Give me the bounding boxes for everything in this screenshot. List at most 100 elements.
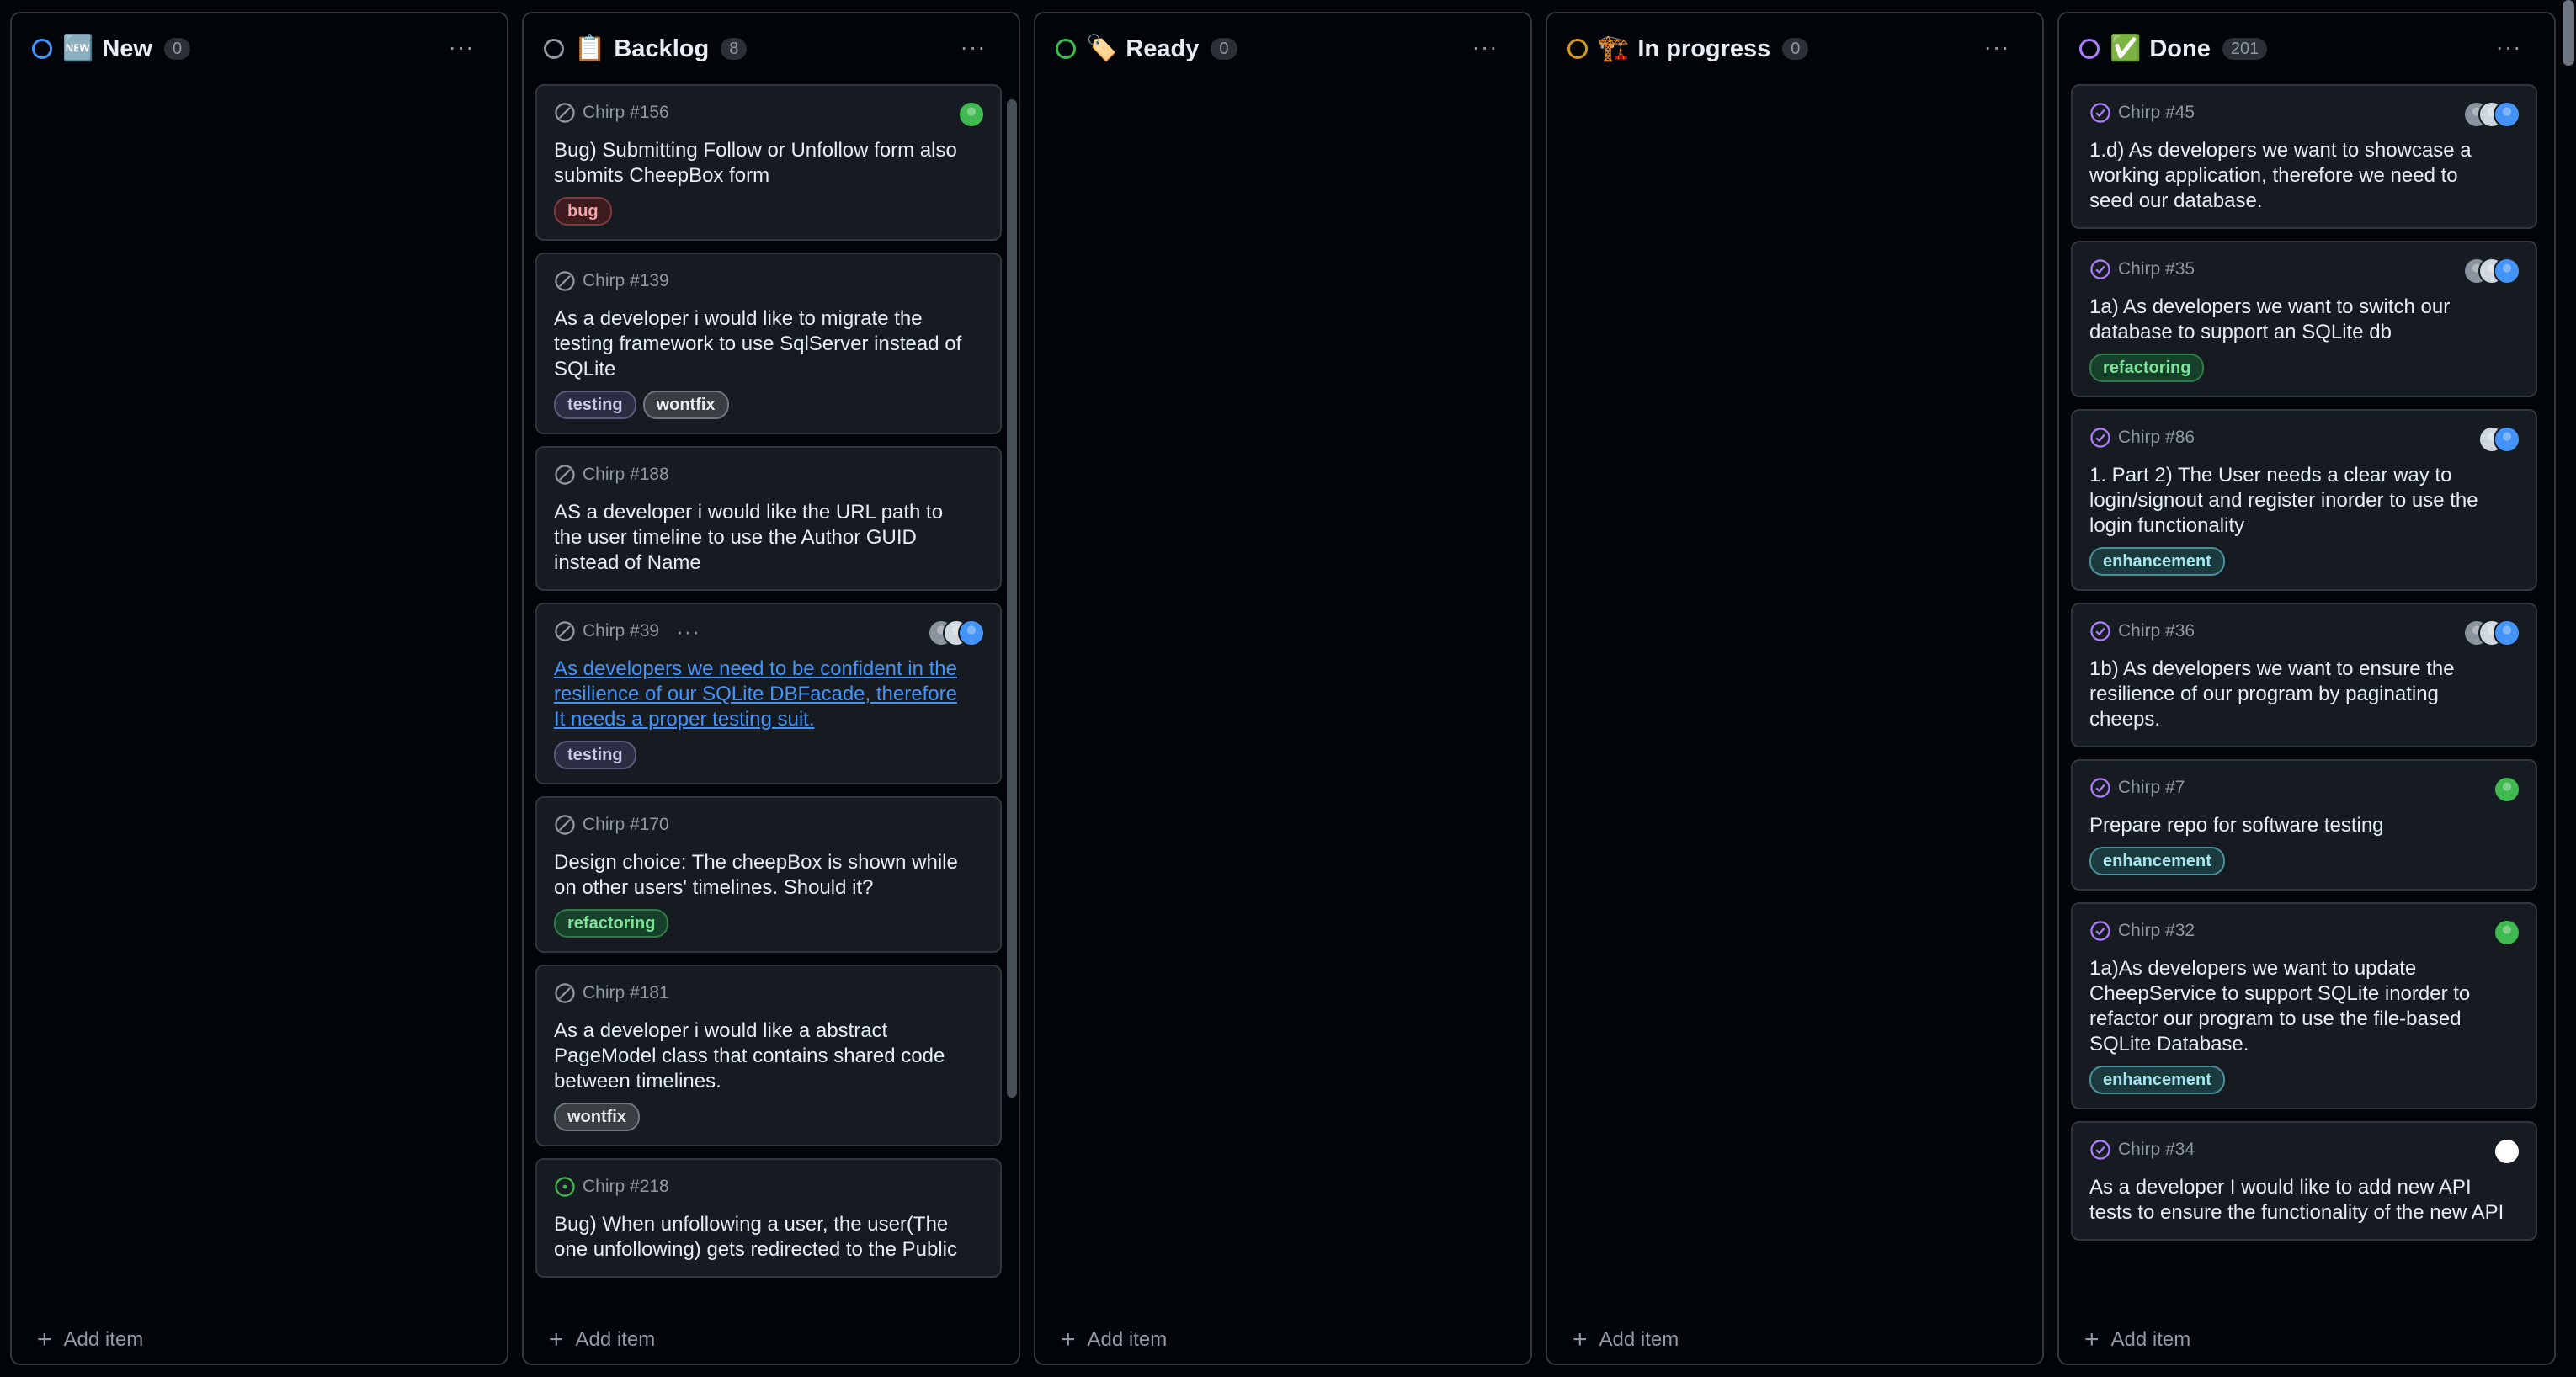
issue-number[interactable]: Chirp #32 (2118, 921, 2195, 941)
issue-card[interactable]: Chirp #218 Bug) When unfollowing a user, … (535, 1158, 1002, 1278)
issue-number[interactable]: Chirp #139 (583, 271, 669, 291)
issue-title[interactable]: 1a) As developers we want to switch our … (2089, 295, 2519, 345)
issue-labels: enhancement (2089, 847, 2519, 875)
card-meta: Chirp #32 (2089, 919, 2519, 943)
issue-number[interactable]: Chirp #188 (583, 465, 669, 485)
issue-title[interactable]: As developers we need to be confident in… (554, 657, 983, 732)
add-item-label: Add item (1599, 1328, 1679, 1351)
issue-title[interactable]: AS a developer i would like the URL path… (554, 500, 983, 576)
issue-number[interactable]: Chirp #181 (583, 983, 669, 1003)
assignee-avatars (2478, 426, 2520, 453)
issue-number[interactable]: Chirp #39 (583, 621, 659, 641)
card-meta: Chirp #188 (554, 463, 983, 486)
issue-card[interactable]: Chirp #7 Prepare repo for software testin… (2071, 759, 2537, 891)
issue-card[interactable]: Chirp #39 ··· As developers we need to be … (535, 603, 1002, 784)
column-menu-button[interactable]: ··· (956, 32, 990, 62)
avatar[interactable] (2494, 619, 2520, 646)
issue-title[interactable]: 1. Part 2) The User needs a clear way to… (2089, 463, 2519, 539)
avatar[interactable] (2494, 258, 2520, 284)
card-meta: Chirp #7 (2089, 776, 2519, 800)
column-menu-button[interactable]: ··· (444, 32, 478, 62)
issue-not-planned-icon (555, 103, 575, 123)
issue-title[interactable]: Bug) When unfollowing a user, the user(T… (554, 1212, 983, 1263)
label-wontfix[interactable]: wontfix (554, 1103, 640, 1131)
issue-card[interactable]: Chirp #139 As a developer i would like to… (535, 253, 1002, 434)
issue-card[interactable]: Chirp #35 1a) As developers we want to sw… (2071, 241, 2537, 397)
label-refactoring[interactable]: refactoring (2089, 354, 2205, 382)
issue-card[interactable]: Chirp #181 As a developer i would like a … (535, 965, 1002, 1146)
issue-title[interactable]: As a developer i would like a abstract P… (554, 1018, 983, 1094)
avatar[interactable] (2494, 776, 2520, 803)
add-item-button[interactable]: + Add item (37, 1321, 143, 1358)
issue-title[interactable]: 1.d) As developers we want to showcase a… (2089, 138, 2519, 214)
add-item-label: Add item (2110, 1328, 2191, 1351)
issue-card[interactable]: Chirp #170 Design choice: The cheepBox is… (535, 796, 1002, 953)
label-refactoring[interactable]: refactoring (554, 909, 669, 938)
issue-title[interactable]: Prepare repo for software testing (2089, 813, 2519, 838)
avatar[interactable] (958, 101, 985, 128)
column-menu-button[interactable]: ··· (1980, 32, 2014, 62)
column-menu-button[interactable]: ··· (1468, 32, 1502, 62)
avatar[interactable] (2494, 919, 2520, 946)
label-testing[interactable]: testing (554, 391, 636, 419)
issue-title[interactable]: Design choice: The cheepBox is shown whi… (554, 850, 983, 901)
issue-card[interactable]: Chirp #32 1a)As developers we want to upd… (2071, 902, 2537, 1109)
card-meta: Chirp #35 (2089, 258, 2519, 281)
issue-title[interactable]: As a developer I would like to add new A… (2089, 1175, 2519, 1225)
column-menu-button[interactable]: ··· (2492, 32, 2525, 62)
assignee-avatars (2494, 776, 2520, 803)
label-bug[interactable]: bug (554, 197, 612, 226)
avatar[interactable] (958, 619, 985, 646)
label-wontfix[interactable]: wontfix (642, 391, 729, 419)
issue-title[interactable]: 1a)As developers we want to update Cheep… (2089, 956, 2519, 1057)
issue-number[interactable]: Chirp #7 (2118, 778, 2185, 798)
issue-number[interactable]: Chirp #45 (2118, 103, 2195, 123)
issue-title[interactable]: As a developer i would like to migrate t… (554, 306, 983, 382)
board-column-new: 🆕 New 0 ··· + Add item (10, 12, 508, 1365)
card-more-button[interactable]: ··· (676, 619, 700, 645)
status-circle-icon (2079, 39, 2100, 59)
board-scrollbar[interactable] (2563, 0, 2574, 66)
add-item-button[interactable]: + Add item (1061, 1321, 1167, 1358)
issue-number[interactable]: Chirp #86 (2118, 428, 2195, 448)
issue-card[interactable]: Chirp #34 As a developer I would like to … (2071, 1121, 2537, 1241)
issue-title[interactable]: Bug) Submitting Follow or Unfollow form … (554, 138, 983, 189)
issue-card[interactable]: Chirp #156 Bug) Submitting Follow or Unfo… (535, 84, 1002, 241)
issue-completed-icon (2090, 621, 2110, 641)
issue-number[interactable]: Chirp #218 (583, 1177, 669, 1197)
label-enhancement[interactable]: enhancement (2089, 547, 2225, 576)
assignee-avatars (2494, 1138, 2520, 1165)
issue-number[interactable]: Chirp #34 (2118, 1140, 2195, 1160)
issue-number[interactable]: Chirp #36 (2118, 621, 2195, 641)
status-circle-icon (544, 39, 564, 59)
avatar[interactable] (2494, 1138, 2520, 1165)
issue-card[interactable]: Chirp #86 1. Part 2) The User needs a cle… (2071, 409, 2537, 591)
column-title: New (102, 35, 152, 62)
issue-not-planned-icon (555, 815, 575, 835)
issue-number[interactable]: Chirp #156 (583, 103, 669, 123)
column-header: ✅ Done 201 ··· (2059, 13, 2554, 84)
column-scrollbar[interactable] (1007, 99, 1017, 1098)
label-enhancement[interactable]: enhancement (2089, 847, 2225, 875)
column-count-badge: 0 (164, 38, 191, 60)
column-title: Done (2149, 35, 2211, 62)
card-meta: Chirp #156 (554, 101, 983, 125)
issue-number[interactable]: Chirp #35 (2118, 259, 2195, 279)
issue-card[interactable]: Chirp #45 1.d) As developers we want to s… (2071, 84, 2537, 229)
add-item-button[interactable]: + Add item (1573, 1321, 1679, 1358)
add-item-button[interactable]: + Add item (549, 1321, 655, 1358)
issue-card[interactable]: Chirp #36 1b) As developers we want to en… (2071, 603, 2537, 747)
column-emoji-icon: 📋 (574, 35, 606, 62)
column-title: Backlog (614, 35, 710, 62)
label-testing[interactable]: testing (554, 741, 636, 769)
avatar[interactable] (2494, 426, 2520, 453)
issue-number[interactable]: Chirp #170 (583, 815, 669, 835)
label-enhancement[interactable]: enhancement (2089, 1066, 2225, 1094)
issue-title[interactable]: 1b) As developers we want to ensure the … (2089, 657, 2519, 732)
issue-not-planned-icon (555, 271, 575, 291)
column-items (1035, 84, 1530, 1315)
avatar[interactable] (2494, 101, 2520, 128)
issue-card[interactable]: Chirp #188 AS a developer i would like th… (535, 446, 1002, 591)
add-item-button[interactable]: + Add item (2084, 1321, 2190, 1358)
assignee-avatars (928, 619, 985, 646)
